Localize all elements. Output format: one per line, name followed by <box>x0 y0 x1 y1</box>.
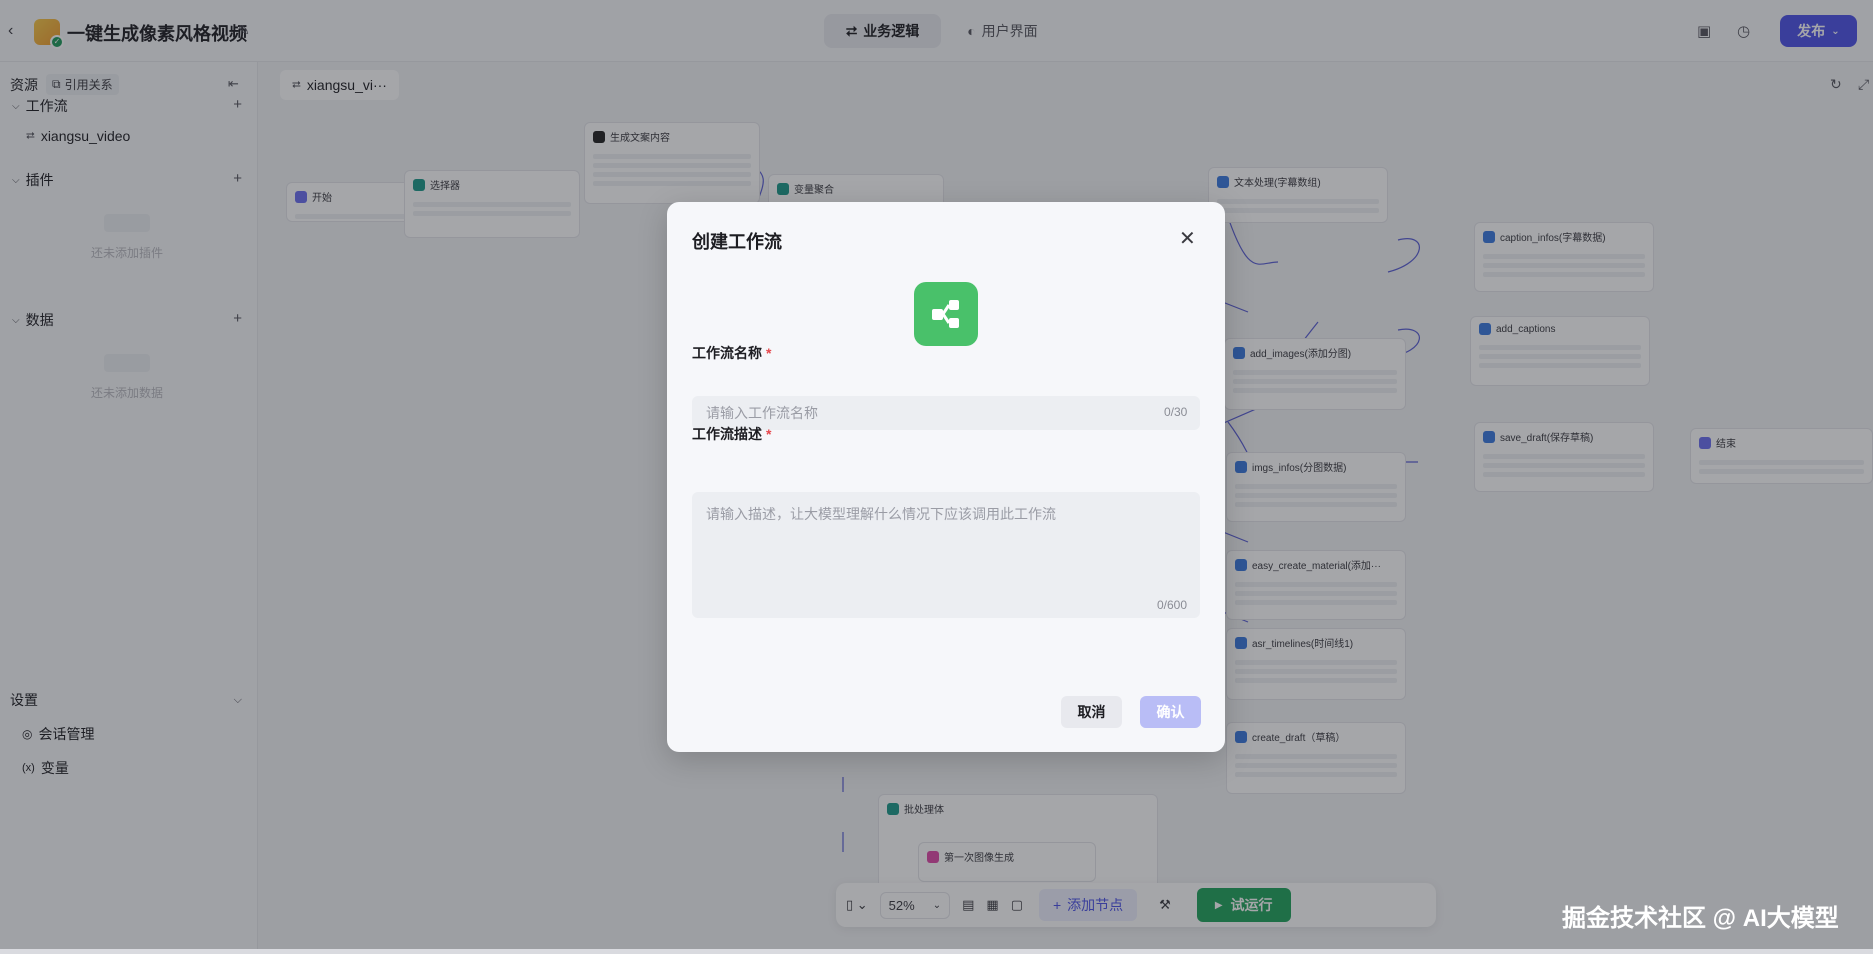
close-icon[interactable]: ✕ <box>1179 226 1196 251</box>
watermark: 掘金技术社区 @ AI大模型 <box>1562 905 1839 932</box>
label-text: 工作流名称 <box>692 345 762 361</box>
label-text: 工作流描述 <box>692 426 762 442</box>
desc-char-counter: 0/600 <box>1157 598 1188 612</box>
name-char-counter: 0/30 <box>1164 405 1188 419</box>
required-mark: * <box>766 345 772 361</box>
workflow-icon <box>932 300 959 328</box>
bottom-strip <box>0 949 1873 954</box>
required-mark: * <box>766 426 772 442</box>
dialog-title: 创建工作流 <box>692 232 782 252</box>
workflow-description-input[interactable] <box>692 492 1200 618</box>
confirm-button[interactable]: 确认 <box>1140 696 1201 728</box>
cancel-button[interactable]: 取消 <box>1061 696 1122 728</box>
name-field-label: 工作流名称 * <box>692 343 771 363</box>
desc-field-label: 工作流描述 * <box>692 424 771 444</box>
workflow-logo <box>914 282 978 346</box>
create-workflow-dialog: 创建工作流 ✕ 工作流名称* 0/30 工作流描述* 0/600 取消 确认 <box>667 202 1225 752</box>
